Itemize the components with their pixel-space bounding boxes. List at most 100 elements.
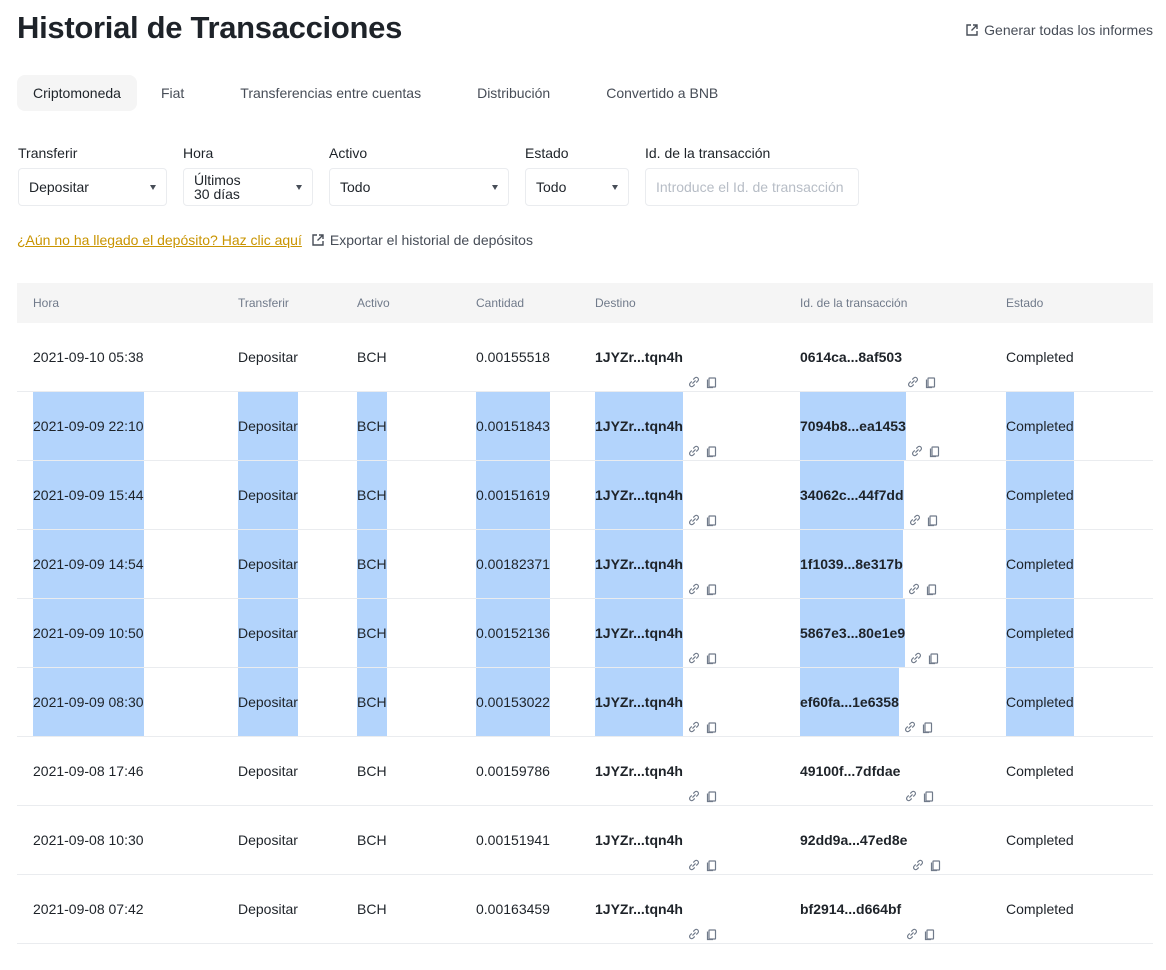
export-history-link[interactable]: Exportar el historial de depósitos <box>311 232 533 248</box>
tab-crypto[interactable]: Criptomoneda <box>17 75 137 111</box>
link-icon[interactable] <box>687 902 701 940</box>
generate-reports-link[interactable]: Generar todas los informes <box>965 22 1153 38</box>
copy-icon[interactable] <box>925 557 939 596</box>
destination-address: 1JYZr...tqn4h <box>595 901 683 917</box>
export-history-label: Exportar el historial de depósitos <box>329 232 533 248</box>
copy-icon[interactable] <box>705 626 719 665</box>
copy-icon[interactable] <box>922 764 936 803</box>
col-header-type[interactable]: Transferir <box>238 283 289 323</box>
txid-input[interactable] <box>645 168 859 206</box>
cell-amount-text: 0.00155518 <box>476 349 550 365</box>
col-header-amount[interactable]: Cantidad <box>476 283 524 323</box>
link-icon[interactable] <box>687 488 701 526</box>
link-icon[interactable] <box>907 557 921 595</box>
link-icon[interactable] <box>910 419 924 457</box>
cell-type: Depositar <box>238 875 298 943</box>
copy-icon[interactable] <box>921 695 935 734</box>
tab-account-transfers[interactable]: Transferencias entre cuentas <box>224 75 437 111</box>
external-link-icon <box>312 234 324 246</box>
link-icon[interactable] <box>909 626 923 664</box>
link-icon[interactable] <box>687 557 701 595</box>
deposit-not-arrived-link[interactable]: ¿Aún no ha llegado el depósito? Haz clic… <box>17 232 302 248</box>
cell-asset: BCH <box>357 323 387 391</box>
link-icon[interactable] <box>908 488 922 526</box>
txid-filter-label: Id. de la transacción <box>645 145 771 161</box>
cell-destination: 1JYZr...tqn4h <box>595 392 719 460</box>
transfer-select-value: Depositar <box>29 179 89 195</box>
copy-icon[interactable] <box>705 833 719 872</box>
cell-type: Depositar <box>238 806 298 874</box>
cell-txid: 0614ca...8af503 <box>800 323 938 391</box>
link-icon[interactable] <box>687 695 701 733</box>
destination-address: 1JYZr...tqn4h <box>595 530 683 598</box>
link-icon[interactable] <box>687 764 701 802</box>
status-text: Completed <box>1006 349 1074 365</box>
link-icon[interactable] <box>911 833 925 871</box>
destination-address: 1JYZr...tqn4h <box>595 392 683 460</box>
tab-distribution[interactable]: Distribución <box>461 75 566 111</box>
table-row: 2021-09-10 05:38 Depositar BCH 0.00155518 1J… <box>17 323 1153 392</box>
copy-icon[interactable] <box>924 350 938 389</box>
col-header-destination[interactable]: Destino <box>595 283 636 323</box>
link-icon[interactable] <box>687 833 701 871</box>
col-header-txid[interactable]: Id. de la transacción <box>800 283 907 323</box>
cell-amount: 0.00155518 <box>476 323 550 391</box>
copy-icon[interactable] <box>705 350 719 389</box>
cell-time-text: 2021-09-08 07:42 <box>33 901 144 917</box>
caret-down-icon <box>150 184 156 190</box>
time-select[interactable]: Últimos 30 días <box>183 168 313 206</box>
generate-reports-label: Generar todas los informes <box>984 22 1153 38</box>
transaction-id: 7094b8...ea1453 <box>800 392 906 460</box>
copy-icon[interactable] <box>705 419 719 458</box>
link-icon[interactable] <box>687 419 701 457</box>
link-icon[interactable] <box>906 350 920 388</box>
page-title: Historial de Transacciones <box>17 10 403 45</box>
col-header-status[interactable]: Estado <box>1006 283 1043 323</box>
copy-icon[interactable] <box>926 488 940 527</box>
cell-asset: BCH <box>357 875 387 943</box>
copy-icon[interactable] <box>928 419 942 458</box>
copy-icon[interactable] <box>923 902 937 941</box>
col-header-asset[interactable]: Activo <box>357 283 390 323</box>
copy-icon[interactable] <box>929 833 943 872</box>
copy-icon[interactable] <box>927 626 941 665</box>
table-row: 2021-09-08 07:42 Depositar BCH 0.00163459 1J… <box>17 875 1153 944</box>
link-icon[interactable] <box>905 902 919 940</box>
cell-time-text: 2021-09-10 05:38 <box>33 349 144 365</box>
cell-time: 2021-09-09 15:44 <box>33 461 144 529</box>
copy-icon[interactable] <box>705 764 719 803</box>
link-icon[interactable] <box>687 350 701 388</box>
status-select[interactable]: Todo <box>525 168 629 206</box>
cell-amount: 0.00182371 <box>476 530 550 598</box>
cell-asset-text: BCH <box>357 763 387 779</box>
copy-icon[interactable] <box>705 488 719 527</box>
cell-txid: 34062c...44f7dd <box>800 461 940 529</box>
asset-select-value: Todo <box>340 179 371 195</box>
link-icon[interactable] <box>904 764 918 802</box>
cell-asset: BCH <box>357 392 387 460</box>
copy-icon[interactable] <box>705 902 719 941</box>
status-text: Completed <box>1006 461 1074 529</box>
cell-txid: bf2914...d664bf <box>800 875 937 943</box>
transfer-select[interactable]: Depositar <box>18 168 167 206</box>
link-icon[interactable] <box>903 695 917 733</box>
cell-txid: 1f1039...8e317b <box>800 530 939 598</box>
tab-bar: Criptomoneda Fiat Transferencias entre c… <box>17 75 742 111</box>
link-icon[interactable] <box>687 626 701 664</box>
cell-type-text: Depositar <box>238 461 298 529</box>
status-text: Completed <box>1006 392 1074 460</box>
transaction-id: ef60fa...1e6358 <box>800 668 899 736</box>
cell-time: 2021-09-08 10:30 <box>33 806 144 874</box>
tab-fiat[interactable]: Fiat <box>145 75 200 111</box>
tab-bnb-convert[interactable]: Convertido a BNB <box>590 75 734 111</box>
table-header: Hora Transferir Activo Cantidad Destino … <box>17 283 1153 323</box>
copy-icon[interactable] <box>705 557 719 596</box>
cell-amount-text: 0.00152136 <box>476 599 550 667</box>
transaction-id: bf2914...d664bf <box>800 901 902 917</box>
cell-asset-text: BCH <box>357 530 387 598</box>
copy-icon[interactable] <box>705 695 719 734</box>
col-header-time[interactable]: Hora <box>33 283 59 323</box>
transactions-table: Hora Transferir Activo Cantidad Destino … <box>17 283 1153 944</box>
cell-time-text: 2021-09-08 17:46 <box>33 763 144 779</box>
asset-select[interactable]: Todo <box>329 168 509 206</box>
